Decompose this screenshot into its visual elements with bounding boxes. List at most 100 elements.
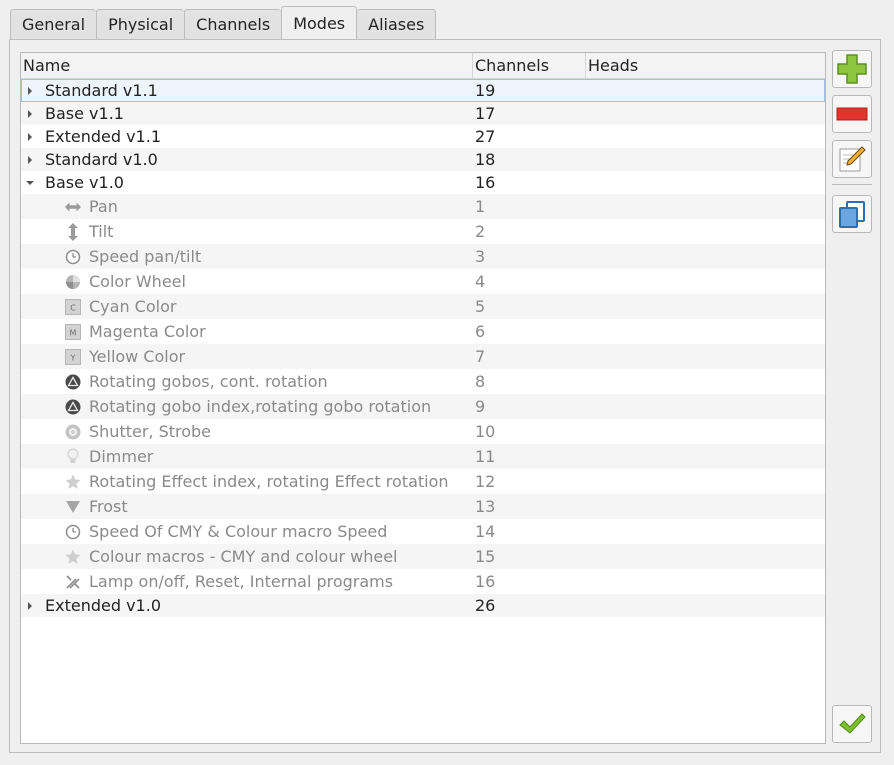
expand-arrow-icon[interactable]: [28, 601, 32, 610]
channel-cell: Colour macros - CMY and colour wheel: [21, 547, 473, 566]
channel-row[interactable]: C Cyan Color 5: [21, 294, 825, 319]
color-wheel-icon: [65, 274, 81, 290]
checkmark-icon: [839, 713, 866, 734]
magenta-icon: M: [65, 323, 81, 340]
channel-name: Shutter, Strobe: [89, 422, 212, 441]
channel-name: Color Wheel: [89, 272, 186, 291]
channel-number: 10: [475, 422, 496, 441]
mode-channel-count: 17: [475, 104, 496, 123]
channel-row[interactable]: Pan 1: [21, 194, 825, 219]
ok-button[interactable]: [832, 705, 872, 743]
channel-row[interactable]: Y Yellow Color 7: [21, 344, 825, 369]
channel-cell: Rotating gobos, cont. rotation: [21, 372, 473, 391]
channel-row[interactable]: Color Wheel 4: [21, 269, 825, 294]
channel-name: Speed pan/tilt: [89, 247, 202, 266]
mode-name: Base v1.0: [45, 173, 124, 192]
channel-row[interactable]: Speed Of CMY & Colour macro Speed 14: [21, 519, 825, 544]
channel-cell: Dimmer: [21, 447, 473, 466]
channel-row[interactable]: Tilt 2: [21, 219, 825, 244]
channel-row[interactable]: Rotating gobo index,rotating gobo rotati…: [21, 394, 825, 419]
mode-name: Base v1.1: [45, 104, 124, 123]
channel-cell: Rotating Effect index, rotating Effect r…: [21, 472, 473, 491]
plus-icon: [837, 54, 867, 84]
mode-name: Standard v1.1: [45, 81, 158, 100]
expand-arrow-icon[interactable]: [28, 109, 32, 118]
channel-row[interactable]: Rotating gobos, cont. rotation 8: [21, 369, 825, 394]
cyan-icon: C: [65, 298, 81, 315]
clone-mode-button[interactable]: [832, 195, 872, 233]
header-name[interactable]: Name: [21, 53, 473, 78]
edit-mode-button[interactable]: [832, 140, 872, 178]
expand-arrow-icon[interactable]: [28, 155, 32, 164]
channel-name: Rotating gobo index,rotating gobo rotati…: [89, 397, 432, 416]
channel-name: Rotating gobos, cont. rotation: [89, 372, 328, 391]
channel-cell: Y Yellow Color: [21, 347, 473, 366]
channel-name: Lamp on/off, Reset, Internal programs: [89, 572, 394, 591]
channel-row[interactable]: Frost 13: [21, 494, 825, 519]
tab-general[interactable]: General: [10, 9, 97, 39]
channel-number: 2: [475, 222, 486, 241]
yellow-icon: Y: [65, 348, 81, 365]
mode-channel-count: 26: [475, 596, 496, 615]
channel-name: Dimmer: [89, 447, 154, 466]
channel-name: Rotating Effect index, rotating Effect r…: [89, 472, 449, 491]
channel-row[interactable]: Dimmer 11: [21, 444, 825, 469]
channel-number: 8: [475, 372, 486, 391]
channel-row[interactable]: Speed pan/tilt 3: [21, 244, 825, 269]
channel-row[interactable]: Lamp on/off, Reset, Internal programs 16: [21, 569, 825, 594]
collapse-arrow-icon[interactable]: [26, 180, 34, 185]
channel-name: Magenta Color: [89, 322, 206, 341]
channel-number: 5: [475, 297, 486, 316]
mode-row[interactable]: Base v1.1 17: [21, 102, 825, 125]
toolbar-separator: [832, 184, 872, 185]
modes-tree[interactable]: Name Channels Heads Standard v1.1 19 Base …: [20, 52, 826, 744]
effect-star-icon: [65, 549, 81, 565]
mode-name: Extended v1.0: [45, 596, 161, 615]
channel-number: 13: [475, 497, 496, 516]
channel-name: Cyan Color: [89, 297, 177, 316]
svg-text:Y: Y: [70, 353, 76, 362]
mode-name: Standard v1.0: [45, 150, 158, 169]
tab-modes[interactable]: Modes: [281, 6, 358, 39]
channel-row[interactable]: Rotating Effect index, rotating Effect r…: [21, 469, 825, 494]
pan-icon: [65, 199, 81, 215]
tab-channels[interactable]: Channels: [184, 9, 282, 39]
mode-row[interactable]: Standard v1.0 18: [21, 148, 825, 171]
mode-row[interactable]: Standard v1.1 19: [21, 79, 825, 102]
add-mode-button[interactable]: [832, 50, 872, 88]
svg-text:M: M: [70, 328, 77, 337]
mode-row[interactable]: Base v1.0 16: [21, 171, 825, 194]
mode-channel-count: 16: [475, 173, 496, 192]
mode-channel-count: 18: [475, 150, 496, 169]
remove-mode-button[interactable]: [832, 95, 872, 133]
channel-cell: Tilt: [21, 222, 473, 241]
channel-number: 12: [475, 472, 496, 491]
channel-cell: Speed Of CMY & Colour macro Speed: [21, 522, 473, 541]
channel-number: 7: [475, 347, 486, 366]
header-channels[interactable]: Channels: [473, 53, 586, 78]
header-heads[interactable]: Heads: [586, 53, 825, 78]
expand-arrow-icon[interactable]: [28, 86, 32, 95]
channel-number: 14: [475, 522, 496, 541]
maintenance-icon: [65, 574, 81, 590]
mode-channel-count: 27: [475, 127, 496, 146]
channel-cell: Shutter, Strobe: [21, 422, 473, 441]
tab-physical[interactable]: Physical: [96, 9, 185, 39]
channel-number: 4: [475, 272, 486, 291]
mode-row[interactable]: Extended v1.0 26: [21, 594, 825, 617]
tab-bar: General Physical Channels Modes Aliases: [10, 6, 437, 39]
speed-icon: [65, 524, 81, 540]
channel-cell: Speed pan/tilt: [21, 247, 473, 266]
channel-number: 6: [475, 322, 486, 341]
channel-cell: Rotating gobo index,rotating gobo rotati…: [21, 397, 473, 416]
expand-arrow-icon[interactable]: [28, 132, 32, 141]
channel-row[interactable]: M Magenta Color 6: [21, 319, 825, 344]
channel-row[interactable]: Colour macros - CMY and colour wheel 15: [21, 544, 825, 569]
mode-row[interactable]: Extended v1.1 27: [21, 125, 825, 148]
channel-number: 15: [475, 547, 496, 566]
channel-name: Pan: [89, 197, 118, 216]
gobo-icon: [65, 374, 81, 390]
channel-row[interactable]: Shutter, Strobe 10: [21, 419, 825, 444]
tab-aliases[interactable]: Aliases: [357, 9, 437, 39]
mode-channel-count: 19: [475, 81, 496, 100]
